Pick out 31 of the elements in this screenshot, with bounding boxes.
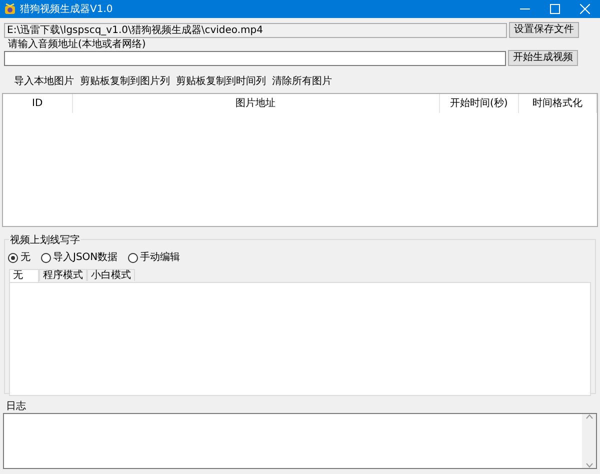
column-header[interactable]: 时间格式化	[519, 94, 597, 113]
scrollbar[interactable]	[582, 414, 596, 468]
column-header[interactable]: 图片地址	[72, 94, 440, 113]
radio-option[interactable]: 无	[8, 250, 30, 265]
window-title: 猎狗视频生成器V1.0	[20, 2, 113, 16]
radio-option[interactable]: 导入JSON数据	[40, 250, 118, 265]
scroll-up-icon	[586, 414, 592, 419]
generate-video-button[interactable]: 开始生成视频	[508, 50, 578, 66]
column-header[interactable]: ID	[3, 94, 73, 113]
toolbar-button[interactable]: 剪贴板复制到时间列	[173, 73, 269, 90]
tab[interactable]: 无	[9, 269, 39, 282]
scroll-down-icon	[586, 463, 592, 468]
audio-input-field[interactable]	[4, 50, 506, 66]
log-area[interactable]	[3, 413, 597, 469]
tab[interactable]: 小白模式	[87, 269, 135, 281]
log-label: 日志	[6, 401, 26, 412]
radio-option[interactable]: 手动编辑	[128, 250, 180, 265]
close-icon	[580, 4, 590, 14]
set-save-file-button[interactable]: 设置保存文件	[509, 22, 579, 38]
toolbar-button[interactable]: 清除所有图片	[269, 73, 335, 90]
column-header[interactable]: 开始时间(秒)	[440, 94, 520, 113]
tab[interactable]: 程序模式	[39, 269, 87, 281]
audio-label: 请输入音频地址(本地或者网络)	[8, 39, 146, 50]
maximize-icon	[550, 4, 560, 14]
output-path-field[interactable]: E:\迅雷下载\lgspscq_v1.0\猎狗视频生成器\cvideo.mp4	[4, 22, 506, 38]
app-icon	[4, 3, 17, 15]
radio-icon[interactable]	[8, 252, 18, 262]
toolbar-button[interactable]: 剪贴板复制到图片列	[77, 73, 173, 90]
toolbar-button[interactable]: 导入本地图片	[11, 73, 77, 90]
radio-icon[interactable]	[128, 252, 138, 262]
radio-icon[interactable]	[40, 252, 50, 262]
